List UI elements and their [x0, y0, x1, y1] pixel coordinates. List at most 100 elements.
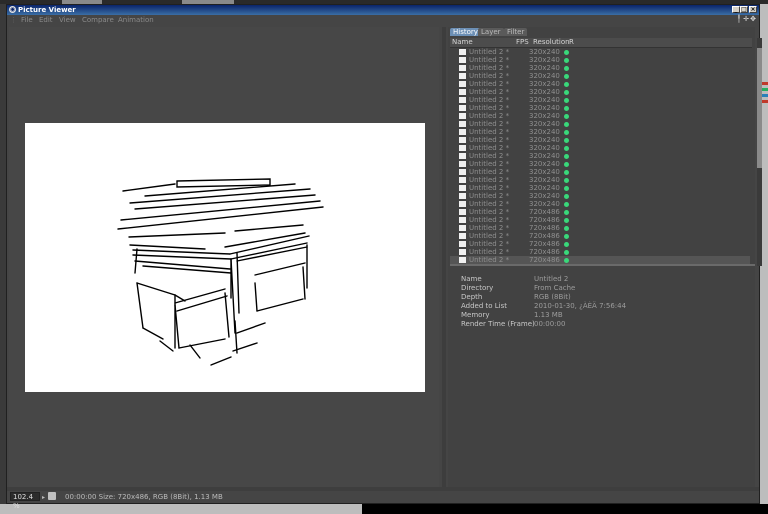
history-row[interactable]: Untitled 2 * 320x240 — [450, 160, 750, 168]
desktop-mark — [762, 94, 768, 97]
history-row-resolution: 720x486 — [529, 256, 560, 264]
history-row[interactable]: Untitled 2 * 320x240 — [450, 64, 750, 72]
history-row-name: Untitled 2 * — [469, 72, 510, 80]
history-row-name: Untitled 2 * — [469, 176, 510, 184]
info-value: RGB (8Bit) — [534, 293, 571, 301]
move-icon[interactable]: ✛ — [743, 16, 749, 23]
render-status-dot-icon — [564, 178, 569, 183]
render-status-dot-icon — [564, 146, 569, 151]
history-row[interactable]: Untitled 2 * 320x240 — [450, 96, 750, 104]
menu-compare[interactable]: Compare — [82, 15, 114, 25]
render-status-dot-icon — [564, 194, 569, 199]
history-list[interactable]: Untitled 2 * 320x240 Untitled 2 * 320x240 Un… — [450, 48, 750, 264]
image-thumb-icon — [459, 89, 466, 95]
info-key: Added to List — [461, 302, 508, 310]
history-row-name: Untitled 2 * — [469, 256, 510, 264]
history-row[interactable]: Untitled 2 * 320x240 — [450, 192, 750, 200]
tab-layer[interactable]: Layer — [478, 28, 504, 36]
column-fps[interactable]: FPS — [516, 38, 529, 47]
history-row[interactable]: Untitled 2 * 320x240 — [450, 128, 750, 136]
history-row[interactable]: Untitled 2 * 320x240 — [450, 120, 750, 128]
window-title: Picture Viewer — [18, 6, 76, 14]
render-status-dot-icon — [564, 202, 569, 207]
history-row[interactable]: Untitled 2 * 720x486 — [450, 208, 750, 216]
menu-animation[interactable]: Animation — [118, 15, 154, 25]
history-row[interactable]: Untitled 2 * 720x486 — [450, 248, 750, 256]
minimize-button[interactable]: _ — [732, 6, 740, 13]
history-row-name: Untitled 2 * — [469, 144, 510, 152]
menu-edit[interactable]: Edit — [39, 15, 53, 25]
image-thumb-icon — [459, 113, 466, 119]
maximize-button[interactable]: □ — [740, 6, 748, 13]
history-row-resolution: 320x240 — [529, 80, 560, 88]
image-thumb-icon — [459, 105, 466, 111]
history-row[interactable]: Untitled 2 * 320x240 — [450, 104, 750, 112]
close-button[interactable]: × — [749, 6, 757, 13]
history-scrollbar[interactable] — [757, 38, 762, 266]
render-status-dot-icon — [564, 106, 569, 111]
column-resolution[interactable]: Resolution — [533, 38, 570, 47]
title-bar[interactable]: ◉ Picture Viewer _ □ × — [7, 5, 759, 15]
image-thumb-icon — [459, 201, 466, 207]
desktop-mark — [762, 82, 768, 85]
history-row[interactable]: Untitled 2 * 320x240 — [450, 56, 750, 64]
panel-splitter[interactable] — [442, 27, 446, 487]
history-row-name: Untitled 2 * — [469, 224, 510, 232]
column-r[interactable]: R — [569, 38, 574, 47]
menu-view[interactable]: View — [59, 15, 76, 25]
pan-icon[interactable]: ✥ — [750, 16, 756, 23]
image-thumb-icon — [459, 97, 466, 103]
render-status-dot-icon — [564, 90, 569, 95]
history-row[interactable]: Untitled 2 * 320x240 — [450, 80, 750, 88]
zoom-arrow-icon[interactable]: ▸ — [42, 492, 45, 504]
history-row[interactable]: Untitled 2 * 320x240 — [450, 176, 750, 184]
pin-icon[interactable]: ╿ — [736, 16, 742, 23]
history-row[interactable]: Untitled 2 * 720x486 — [450, 256, 750, 264]
info-key: Memory — [461, 311, 490, 319]
render-status-dot-icon — [564, 82, 569, 87]
render-status-dot-icon — [564, 218, 569, 223]
image-thumb-icon — [459, 65, 466, 71]
history-row[interactable]: Untitled 2 * 320x240 — [450, 168, 750, 176]
image-viewport[interactable] — [9, 27, 439, 487]
history-row-resolution: 320x240 — [529, 48, 560, 56]
history-row[interactable]: Untitled 2 * 720x486 — [450, 232, 750, 240]
history-row[interactable]: Untitled 2 * 320x240 — [450, 112, 750, 120]
image-thumb-icon — [459, 257, 466, 263]
history-row[interactable]: Untitled 2 * 320x240 — [450, 88, 750, 96]
history-row[interactable]: Untitled 2 * 720x486 — [450, 216, 750, 224]
history-row-name: Untitled 2 * — [469, 120, 510, 128]
history-row[interactable]: Untitled 2 * 320x240 — [450, 48, 750, 56]
history-row-name: Untitled 2 * — [469, 112, 510, 120]
history-row[interactable]: Untitled 2 * 320x240 — [450, 144, 750, 152]
tab-filter[interactable]: Filter — [504, 28, 528, 36]
column-name[interactable]: Name — [452, 38, 473, 47]
menu-file[interactable]: File — [21, 15, 33, 25]
render-status-dot-icon — [564, 50, 569, 55]
history-row-name: Untitled 2 * — [469, 168, 510, 176]
history-row-resolution: 320x240 — [529, 96, 560, 104]
history-row[interactable]: Untitled 2 * 320x240 — [450, 184, 750, 192]
history-row[interactable]: Untitled 2 * 720x486 — [450, 224, 750, 232]
history-row-name: Untitled 2 * — [469, 192, 510, 200]
status-bar: 102.4 % ▸ 00:00:00 Size: 720x486, RGB (8… — [7, 491, 759, 510]
building-sketch — [117, 178, 324, 366]
zoom-field[interactable]: 102.4 % — [10, 492, 40, 510]
image-thumb-icon — [459, 209, 466, 215]
panel-divider[interactable] — [450, 264, 755, 266]
image-thumb-icon — [459, 129, 466, 135]
history-row-resolution: 320x240 — [529, 72, 560, 80]
scrollbar-thumb[interactable] — [757, 48, 762, 168]
history-row[interactable]: Untitled 2 * 320x240 — [450, 72, 750, 80]
tab-history[interactable]: History — [450, 28, 481, 36]
info-key: Depth — [461, 293, 483, 301]
history-row[interactable]: Untitled 2 * 720x486 — [450, 240, 750, 248]
history-row[interactable]: Untitled 2 * 320x240 — [450, 200, 750, 208]
info-value: 00:00:00 — [534, 320, 566, 328]
history-row[interactable]: Untitled 2 * 320x240 — [450, 152, 750, 160]
history-row[interactable]: Untitled 2 * 320x240 — [450, 136, 750, 144]
history-row-resolution: 720x486 — [529, 248, 560, 256]
history-row-resolution: 320x240 — [529, 176, 560, 184]
zoom-reset-button[interactable] — [48, 492, 56, 500]
image-thumb-icon — [459, 225, 466, 231]
